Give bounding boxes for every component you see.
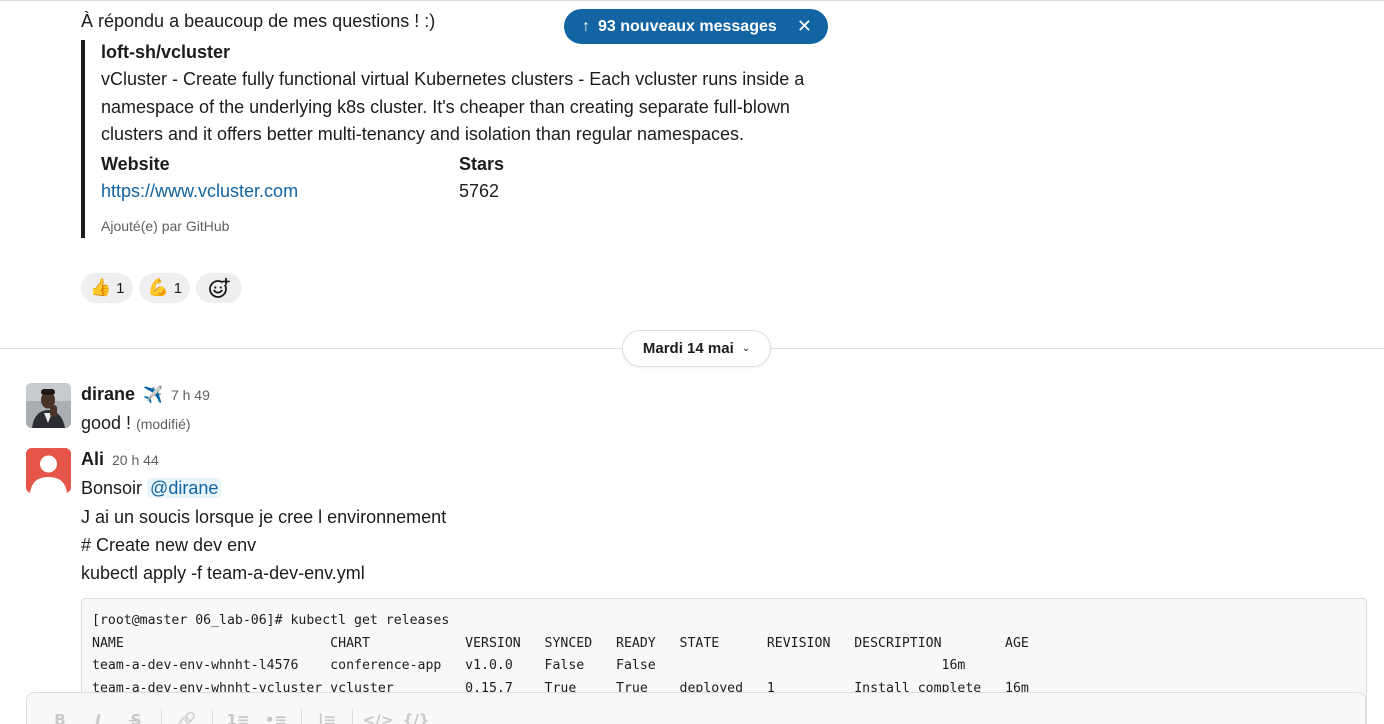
arrow-up-icon: ↑ bbox=[582, 17, 590, 35]
message-body: Ali 20 h 44 Bonsoir @dirane J ai un souc… bbox=[81, 448, 1281, 587]
thumbs-up-icon: 👍 bbox=[90, 278, 112, 297]
close-icon[interactable]: ✕ bbox=[797, 16, 812, 37]
author-name[interactable]: dirane bbox=[81, 383, 135, 405]
date-label: Mardi 14 mai bbox=[642, 340, 734, 357]
default-user-icon bbox=[26, 448, 71, 493]
bulleted-list-icon[interactable]: •≡ bbox=[257, 709, 295, 724]
github-unfurl-attachment: loft-sh/vcluster vCluster - Create fully… bbox=[81, 40, 821, 238]
toolbar-divider bbox=[301, 709, 302, 724]
strikethrough-icon[interactable]: S̶ bbox=[117, 709, 155, 724]
reaction-thumbs-up[interactable]: 👍 1 bbox=[81, 273, 133, 303]
attachment-fields: Website https://www.vcluster.com Stars 5… bbox=[101, 151, 821, 205]
code-icon[interactable]: </> bbox=[359, 709, 397, 724]
toolbar-divider bbox=[161, 709, 162, 724]
link-icon[interactable]: 🔗 bbox=[168, 709, 206, 724]
stars-field: Stars 5762 bbox=[459, 151, 817, 205]
website-field-title: Website bbox=[101, 153, 170, 174]
message-greeting-line: Bonsoir @dirane bbox=[81, 474, 1281, 502]
date-divider-button[interactable]: Mardi 14 mai ⌄ bbox=[622, 330, 771, 367]
ordered-list-icon[interactable]: 1≡ bbox=[219, 709, 257, 724]
attachment-footer: Ajouté(e) par GitHub bbox=[101, 217, 230, 234]
new-messages-banner[interactable]: ↑ 93 nouveaux messages ✕ bbox=[564, 9, 828, 44]
attachment-description: vCluster - Create fully functional virtu… bbox=[101, 69, 805, 144]
message-body: dirane ✈️ 7 h 49 good ! (modifié) bbox=[81, 383, 1281, 438]
message-header: dirane ✈️ 7 h 49 bbox=[81, 383, 1281, 407]
top-border bbox=[0, 0, 1384, 3]
edited-label: (modifié) bbox=[136, 416, 191, 432]
bold-icon[interactable]: B bbox=[41, 709, 79, 724]
blockquote-icon[interactable]: |≡ bbox=[308, 709, 346, 724]
new-messages-label: 93 nouveaux messages bbox=[598, 17, 777, 35]
message-line: kubectl apply -f team-a-dev-env.yml bbox=[81, 563, 365, 583]
reaction-flexed-biceps[interactable]: 💪 1 bbox=[138, 273, 191, 303]
reaction-count: 1 bbox=[116, 279, 125, 297]
message-line: J ai un soucis lorsque je cree l environ… bbox=[81, 507, 447, 527]
italic-icon[interactable]: I bbox=[79, 709, 117, 724]
avatar[interactable] bbox=[26, 383, 71, 428]
user-mention[interactable]: @dirane bbox=[147, 478, 222, 498]
greeting-text: Bonsoir bbox=[81, 478, 143, 498]
add-reaction-button[interactable] bbox=[196, 273, 243, 303]
message-timestamp[interactable]: 7 h 49 bbox=[171, 384, 210, 406]
toolbar-divider bbox=[352, 709, 353, 724]
reactions-bar: 👍 1 💪 1 bbox=[81, 273, 243, 303]
chevron-down-icon: ⌄ bbox=[741, 343, 751, 354]
status-emoji-icon: ✈️ bbox=[143, 387, 163, 404]
stars-value: 5762 bbox=[459, 180, 500, 201]
toolbar-divider bbox=[212, 709, 213, 724]
avatar[interactable] bbox=[26, 448, 71, 493]
stars-field-title: Stars bbox=[459, 153, 505, 174]
message-line: # Create new dev env bbox=[81, 535, 257, 555]
message-composer[interactable]: B I S̶ 🔗 1≡ •≡ |≡ </> {/} bbox=[26, 692, 1366, 724]
previous-message-text: À répondu a beaucoup de mes questions ! … bbox=[81, 11, 436, 31]
message-text: good ! (modifié) bbox=[81, 409, 1281, 438]
flexed-biceps-icon: 💪 bbox=[147, 278, 169, 297]
reaction-count: 1 bbox=[173, 279, 183, 297]
avatar-photo bbox=[26, 383, 71, 428]
add-emoji-icon bbox=[209, 277, 230, 298]
code-block-icon[interactable]: {/} bbox=[397, 709, 435, 724]
author-name[interactable]: Ali bbox=[81, 448, 104, 470]
message-content: good ! bbox=[81, 413, 132, 433]
message-header: Ali 20 h 44 bbox=[81, 448, 1281, 471]
website-link[interactable]: https://www.vcluster.com bbox=[101, 181, 298, 201]
message-timestamp[interactable]: 20 h 44 bbox=[112, 449, 159, 471]
website-field: Website https://www.vcluster.com bbox=[101, 151, 459, 205]
